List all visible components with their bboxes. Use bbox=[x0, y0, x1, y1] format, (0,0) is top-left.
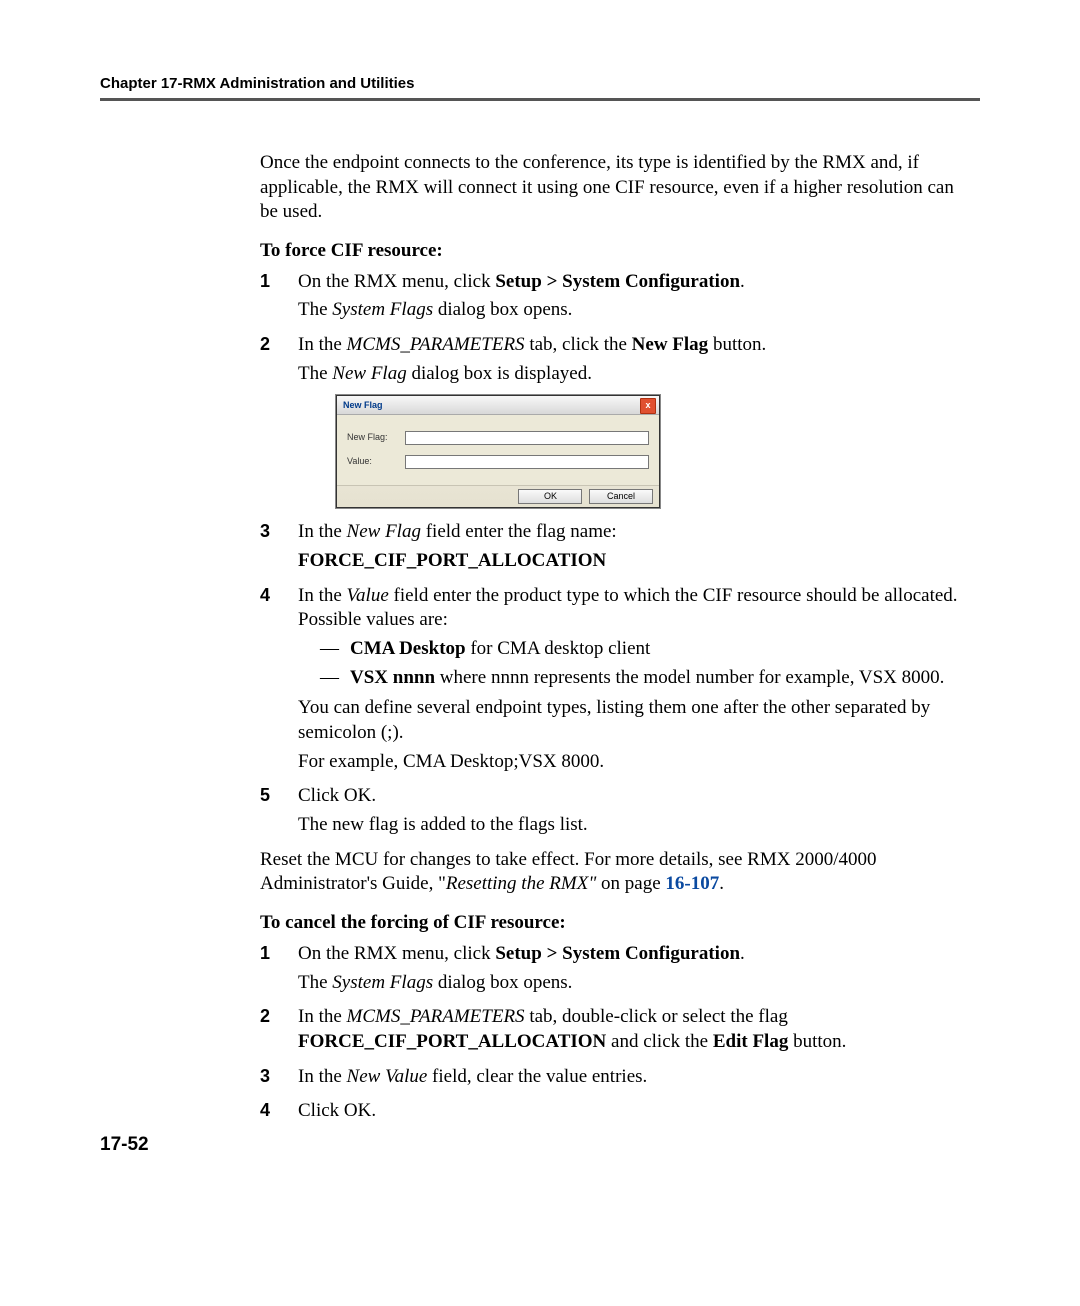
force-step-1: 1 On the RMX menu, click Setup > System … bbox=[260, 270, 970, 323]
step-subtext: The new flag is added to the flags list. bbox=[298, 813, 970, 838]
dialog-row-value: Value: bbox=[347, 455, 649, 469]
dialog-footer: OK Cancel bbox=[337, 485, 659, 508]
page-crossref-link[interactable]: 16-107 bbox=[665, 873, 719, 894]
flag-name: FORCE_CIF_PORT_ALLOCATION bbox=[298, 549, 970, 574]
page-number: 17-52 bbox=[100, 1134, 149, 1156]
cancel-step-1: 1 On the RMX menu, click Setup > System … bbox=[260, 942, 970, 995]
new-flag-label: New Flag: bbox=[347, 432, 405, 444]
dialog-title: New Flag bbox=[343, 400, 383, 410]
step-subtext: The System Flags dialog box opens. bbox=[298, 298, 970, 323]
step-subtext: The System Flags dialog box opens. bbox=[298, 971, 970, 996]
step-note-1: You can define several endpoint types, l… bbox=[298, 696, 970, 745]
step-text: On the RMX menu, click Setup > System Co… bbox=[298, 271, 745, 292]
step-note-2: For example, CMA Desktop;VSX 8000. bbox=[298, 750, 970, 775]
ok-button[interactable]: OK bbox=[518, 489, 582, 505]
step-text: Click OK. bbox=[298, 1100, 376, 1121]
value-option-cma: CMA Desktop for CMA desktop client bbox=[320, 637, 970, 662]
dialog-titlebar: New Flag x bbox=[337, 396, 659, 415]
step-number: 4 bbox=[260, 584, 270, 607]
body-text: Once the endpoint connects to the confer… bbox=[260, 151, 970, 1124]
force-steps-list: 1 On the RMX menu, click Setup > System … bbox=[260, 270, 970, 838]
dialog-row-flag: New Flag: bbox=[347, 431, 649, 445]
cancel-step-2: 2 In the MCMS_PARAMETERS tab, double-cli… bbox=[260, 1005, 970, 1054]
header-rule bbox=[100, 98, 980, 101]
force-step-5: 5 Click OK. The new flag is added to the… bbox=[260, 784, 970, 837]
cancel-step-4: 4 Click OK. bbox=[260, 1099, 970, 1124]
step-text: In the New Flag field enter the flag nam… bbox=[298, 521, 617, 542]
close-icon[interactable]: x bbox=[640, 398, 656, 414]
cancel-button[interactable]: Cancel bbox=[589, 489, 653, 505]
value-label: Value: bbox=[347, 456, 405, 468]
step-text: In the MCMS_PARAMETERS tab, double-click… bbox=[298, 1006, 846, 1052]
step-text: On the RMX menu, click Setup > System Co… bbox=[298, 943, 745, 964]
document-page: Chapter 17-RMX Administration and Utilit… bbox=[0, 0, 1080, 1306]
step-text: In the New Value field, clear the value … bbox=[298, 1066, 647, 1087]
cancel-steps-list: 1 On the RMX menu, click Setup > System … bbox=[260, 942, 970, 1124]
step-number: 2 bbox=[260, 1005, 270, 1028]
step-text: Click OK. bbox=[298, 785, 376, 806]
step-number: 3 bbox=[260, 1065, 270, 1088]
dialog-body: New Flag: Value: bbox=[337, 415, 659, 485]
force-cif-heading: To force CIF resource: bbox=[260, 239, 970, 264]
step-number: 4 bbox=[260, 1099, 270, 1122]
step-subtext: The New Flag dialog box is displayed. bbox=[298, 362, 970, 387]
new-flag-dialog: New Flag x New Flag: Value: bbox=[336, 395, 660, 509]
chapter-header: Chapter 17-RMX Administration and Utilit… bbox=[100, 75, 980, 92]
step-number: 1 bbox=[260, 942, 270, 965]
step-number: 3 bbox=[260, 520, 270, 543]
new-flag-input[interactable] bbox=[405, 431, 649, 445]
step-number: 1 bbox=[260, 270, 270, 293]
cancel-cif-heading: To cancel the forcing of CIF resource: bbox=[260, 911, 970, 936]
reset-paragraph: Reset the MCU for changes to take effect… bbox=[260, 848, 970, 897]
intro-paragraph: Once the endpoint connects to the confer… bbox=[260, 151, 970, 225]
cancel-step-3: 3 In the New Value field, clear the valu… bbox=[260, 1065, 970, 1090]
step-number: 5 bbox=[260, 784, 270, 807]
force-step-3: 3 In the New Flag field enter the flag n… bbox=[260, 520, 970, 573]
force-step-4: 4 In the Value field enter the product t… bbox=[260, 584, 970, 775]
step-text: In the Value field enter the product typ… bbox=[298, 585, 958, 631]
value-option-vsx: VSX nnnn where nnnn represents the model… bbox=[320, 666, 970, 691]
value-input[interactable] bbox=[405, 455, 649, 469]
force-step-2: 2 In the MCMS_PARAMETERS tab, click the … bbox=[260, 333, 970, 508]
step-text: In the MCMS_PARAMETERS tab, click the Ne… bbox=[298, 334, 766, 355]
step-number: 2 bbox=[260, 333, 270, 356]
value-list: CMA Desktop for CMA desktop client VSX n… bbox=[320, 637, 970, 690]
